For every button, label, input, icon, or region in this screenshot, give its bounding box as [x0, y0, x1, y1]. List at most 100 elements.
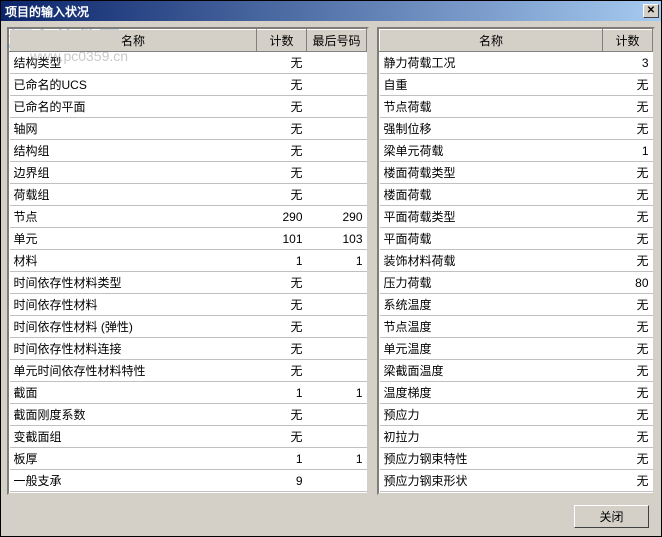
cell-count: 无: [603, 294, 653, 316]
titlebar: 项目的输入状况 ✕: [1, 1, 661, 21]
table-row[interactable]: 楼面荷载无: [380, 184, 653, 206]
table-row[interactable]: 单元101103: [10, 228, 367, 250]
cell-count: 1: [257, 382, 307, 404]
table-row[interactable]: 已命名的平面无: [10, 96, 367, 118]
table-row[interactable]: 节点弹性支承无: [10, 492, 367, 496]
cell-name: 时间依存性材料连接: [10, 338, 257, 360]
table-row[interactable]: 单元温度无: [380, 338, 653, 360]
cell-count: 9: [257, 470, 307, 492]
content-area: 名称 计数 最后号码 结构类型无已命名的UCS无已命名的平面无轴网无结构组无边界…: [1, 21, 661, 501]
table-row[interactable]: 节点290290: [10, 206, 367, 228]
cell-count: 无: [257, 184, 307, 206]
table-row[interactable]: 温度梯度无: [380, 382, 653, 404]
cell-name: 单元温度: [380, 338, 603, 360]
table-row[interactable]: 轴网无: [10, 118, 367, 140]
cell-count: 无: [257, 360, 307, 382]
cell-name: 预应力钢束预应力: [380, 492, 603, 496]
left-header-name[interactable]: 名称: [10, 30, 257, 52]
table-row[interactable]: 预应力钢束形状无: [380, 470, 653, 492]
table-row[interactable]: 板厚11: [10, 448, 367, 470]
table-row[interactable]: 静力荷载工况3: [380, 52, 653, 74]
cell-name: 楼面荷载: [380, 184, 603, 206]
close-button[interactable]: 关闭: [574, 505, 649, 528]
cell-count: 无: [257, 338, 307, 360]
cell-name: 边界组: [10, 162, 257, 184]
table-row[interactable]: 梁截面温度无: [380, 360, 653, 382]
table-row[interactable]: 已命名的UCS无: [10, 74, 367, 96]
table-row[interactable]: 变截面组无: [10, 426, 367, 448]
cell-name: 变截面组: [10, 426, 257, 448]
cell-last: [307, 360, 367, 382]
cell-name: 轴网: [10, 118, 257, 140]
table-row[interactable]: 压力荷载80: [380, 272, 653, 294]
right-header-name[interactable]: 名称: [380, 30, 603, 52]
cell-name: 平面荷载类型: [380, 206, 603, 228]
table-row[interactable]: 边界组无: [10, 162, 367, 184]
cell-last: [307, 294, 367, 316]
cell-last: [307, 118, 367, 140]
cell-name: 节点荷载: [380, 96, 603, 118]
cell-count: 无: [257, 426, 307, 448]
table-row[interactable]: 系统温度无: [380, 294, 653, 316]
cell-count: 无: [257, 140, 307, 162]
table-row[interactable]: 荷载组无: [10, 184, 367, 206]
cell-last: 1: [307, 448, 367, 470]
cell-last: [307, 52, 367, 74]
table-row[interactable]: 梁单元荷载1: [380, 140, 653, 162]
cell-count: 无: [603, 360, 653, 382]
cell-count: 101: [257, 228, 307, 250]
left-header-last[interactable]: 最后号码: [307, 30, 367, 52]
table-row[interactable]: 初拉力无: [380, 426, 653, 448]
cell-last: [307, 272, 367, 294]
close-icon[interactable]: ✕: [643, 4, 659, 18]
table-row[interactable]: 时间依存性材料连接无: [10, 338, 367, 360]
left-panel: 名称 计数 最后号码 结构类型无已命名的UCS无已命名的平面无轴网无结构组无边界…: [7, 27, 369, 495]
cell-last: [307, 404, 367, 426]
cell-name: 温度梯度: [380, 382, 603, 404]
cell-last: [307, 140, 367, 162]
cell-name: 一般支承: [10, 470, 257, 492]
table-row[interactable]: 平面荷载类型无: [380, 206, 653, 228]
table-row[interactable]: 截面刚度系数无: [10, 404, 367, 426]
table-row[interactable]: 一般支承9: [10, 470, 367, 492]
cell-last: [307, 184, 367, 206]
cell-name: 时间依存性材料 (弹性): [10, 316, 257, 338]
cell-count: 无: [257, 492, 307, 496]
table-row[interactable]: 单元时间依存性材料特性无: [10, 360, 367, 382]
cell-last: [307, 492, 367, 496]
cell-count: 无: [257, 52, 307, 74]
table-row[interactable]: 时间依存性材料 (弹性)无: [10, 316, 367, 338]
table-row[interactable]: 楼面荷载类型无: [380, 162, 653, 184]
table-row[interactable]: 自重无: [380, 74, 653, 96]
table-row[interactable]: 装饰材料荷载无: [380, 250, 653, 272]
table-row[interactable]: 时间依存性材料类型无: [10, 272, 367, 294]
cell-last: [307, 74, 367, 96]
right-table: 名称 计数 静力荷载工况3自重无节点荷载无强制位移无梁单元荷载1楼面荷载类型无楼…: [379, 29, 653, 495]
table-row[interactable]: 时间依存性材料无: [10, 294, 367, 316]
table-row[interactable]: 预应力无: [380, 404, 653, 426]
table-row[interactable]: 预应力钢束特性无: [380, 448, 653, 470]
cell-name: 节点: [10, 206, 257, 228]
cell-count: 无: [603, 338, 653, 360]
table-row[interactable]: 材料11: [10, 250, 367, 272]
cell-count: 无: [603, 184, 653, 206]
right-header-count[interactable]: 计数: [603, 30, 653, 52]
table-row[interactable]: 节点温度无: [380, 316, 653, 338]
table-row[interactable]: 截面11: [10, 382, 367, 404]
table-row[interactable]: 平面荷载无: [380, 228, 653, 250]
cell-name: 初拉力: [380, 426, 603, 448]
table-row[interactable]: 结构类型无: [10, 52, 367, 74]
cell-name: 结构类型: [10, 52, 257, 74]
cell-last: 1: [307, 382, 367, 404]
cell-count: 无: [257, 162, 307, 184]
table-row[interactable]: 结构组无: [10, 140, 367, 162]
cell-count: 无: [257, 404, 307, 426]
window-title: 项目的输入状况: [5, 3, 89, 20]
cell-last: 1: [307, 250, 367, 272]
left-header-count[interactable]: 计数: [257, 30, 307, 52]
table-row[interactable]: 强制位移无: [380, 118, 653, 140]
table-row[interactable]: 节点荷载无: [380, 96, 653, 118]
cell-name: 时间依存性材料: [10, 294, 257, 316]
table-row[interactable]: 预应力钢束预应力无: [380, 492, 653, 496]
cell-name: 单元: [10, 228, 257, 250]
